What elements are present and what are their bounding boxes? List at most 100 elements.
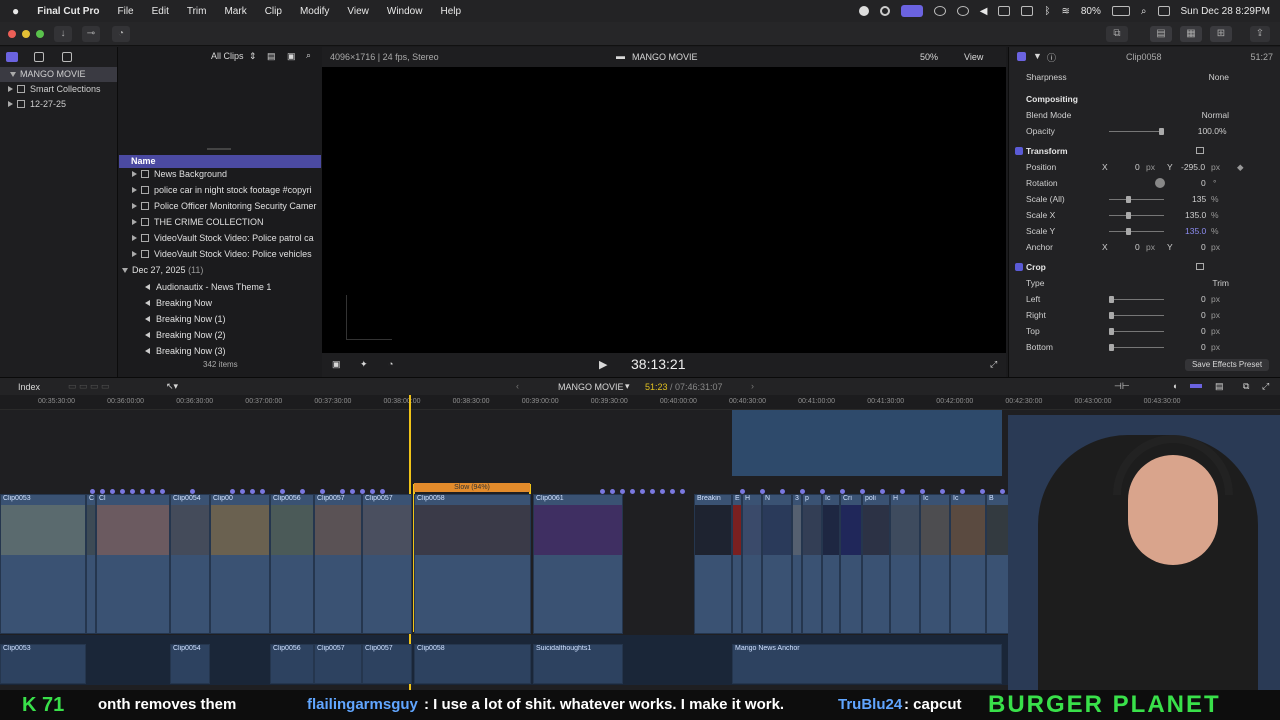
- timeline-clip[interactable]: poli: [862, 494, 890, 634]
- edit-tools-icon[interactable]: ▭ ▭ ▭ ▭: [68, 381, 110, 392]
- timeline-clip[interactable]: Clip0061: [533, 494, 623, 634]
- disclosure-icon[interactable]: [132, 219, 137, 225]
- timeline-ruler[interactable]: 00:35:30:00 00:36:00:00 00:36:30:00 00:37:0…: [0, 395, 1280, 410]
- disclosure-icon[interactable]: [122, 268, 128, 273]
- audio-row[interactable]: Audionautix - News Theme 1: [119, 279, 321, 295]
- audio-clip[interactable]: Clip0058: [414, 644, 531, 684]
- search-icon[interactable]: ⌕: [306, 50, 311, 61]
- clip-marker[interactable]: [960, 489, 965, 494]
- scale-x-slider[interactable]: [1109, 212, 1164, 219]
- blend-mode-dropdown[interactable]: Normal: [1202, 107, 1229, 123]
- timeline-clip[interactable]: Clip0056: [270, 494, 314, 634]
- titles-icon[interactable]: [62, 52, 72, 62]
- clip-marker[interactable]: [190, 489, 195, 494]
- disclosure-icon[interactable]: [8, 101, 13, 107]
- menu-window[interactable]: Window: [378, 6, 432, 17]
- control-center-icon[interactable]: [1157, 6, 1170, 16]
- browser-row[interactable]: VideoVault Stock Video: Police patrol ca: [119, 230, 321, 246]
- menu-help[interactable]: Help: [431, 6, 470, 17]
- disclosure-icon[interactable]: [132, 203, 137, 209]
- transform-tool-icon[interactable]: ▣: [332, 359, 341, 370]
- chevron-down-icon[interactable]: ▾: [625, 381, 630, 392]
- clip-marker[interactable]: [320, 489, 325, 494]
- background-tasks-button[interactable]: ◔: [112, 26, 130, 42]
- timeline-clip[interactable]: Clip0058: [414, 494, 531, 634]
- browser-row[interactable]: Police Officer Monitoring Security Camer: [119, 198, 321, 214]
- opacity-slider[interactable]: [1109, 128, 1164, 135]
- timeline-clip[interactable]: Ic: [822, 494, 840, 634]
- timeline-clip[interactable]: Breakin: [694, 494, 732, 634]
- clip-marker[interactable]: [620, 489, 625, 494]
- search-icon[interactable]: ⌕: [1141, 6, 1147, 17]
- share-button[interactable]: ⇪: [1250, 26, 1270, 42]
- crop-type-dropdown[interactable]: Trim: [1212, 275, 1229, 291]
- scale-y-slider[interactable]: [1109, 228, 1164, 235]
- clip-marker[interactable]: [670, 489, 675, 494]
- filmstrip-icon[interactable]: ▤: [267, 51, 276, 62]
- clip-marker[interactable]: [820, 489, 825, 494]
- resize-handle[interactable]: [207, 148, 231, 150]
- import-button[interactable]: ↓: [54, 26, 72, 42]
- zoom-dropdown[interactable]: 50%: [920, 52, 938, 62]
- back-history-icon[interactable]: ‹: [516, 381, 519, 391]
- clip-marker[interactable]: [360, 489, 365, 494]
- clip-marker[interactable]: [630, 489, 635, 494]
- zoom-window-button[interactable]: [36, 30, 44, 38]
- audio-clip[interactable]: Clip0057: [314, 644, 362, 684]
- clip-marker[interactable]: [800, 489, 805, 494]
- menu-trim[interactable]: Trim: [178, 6, 216, 17]
- clip-marker[interactable]: [370, 489, 375, 494]
- volume-icon[interactable]: ◀︎: [980, 6, 988, 17]
- rotation-value[interactable]: 0: [1201, 175, 1206, 191]
- wifi-icon[interactable]: ≋: [1061, 6, 1069, 17]
- menu-mark[interactable]: Mark: [215, 6, 255, 17]
- opacity-value[interactable]: 100.0: [1198, 123, 1219, 139]
- browser-toggle-button[interactable]: ▤: [1150, 26, 1172, 42]
- crop-left-value[interactable]: 0: [1201, 291, 1206, 307]
- battery-icon[interactable]: [1111, 6, 1130, 16]
- clip-marker[interactable]: [240, 489, 245, 494]
- screen-icon[interactable]: [998, 6, 1011, 16]
- sidebar-item-event[interactable]: 12-27-25: [0, 97, 117, 112]
- timeline-clip[interactable]: Clip0053: [0, 494, 86, 634]
- clip-marker[interactable]: [100, 489, 105, 494]
- clip-marker[interactable]: [230, 489, 235, 494]
- disclosure-icon[interactable]: [132, 171, 137, 177]
- clip-marker[interactable]: [90, 489, 95, 494]
- clip-marker[interactable]: [680, 489, 685, 494]
- audio-clip[interactable]: Suicidalthoughts1: [533, 644, 623, 684]
- project-name[interactable]: MANGO MOVIE: [558, 382, 624, 392]
- position-y-value[interactable]: -295.0: [1181, 159, 1205, 175]
- sharpness-dropdown[interactable]: None: [1209, 69, 1229, 85]
- timeline-clip[interactable]: Ic: [950, 494, 986, 634]
- browser-row[interactable]: News Background: [119, 166, 321, 182]
- timeline-clip[interactable]: 3: [792, 494, 802, 634]
- close-window-button[interactable]: [8, 30, 16, 38]
- apple-icon[interactable]: ●: [0, 4, 28, 18]
- view-dropdown[interactable]: View: [964, 52, 983, 62]
- scale-all-slider[interactable]: [1109, 196, 1164, 203]
- clip-marker[interactable]: [350, 489, 355, 494]
- audio-clip[interactable]: Clip0057: [362, 644, 412, 684]
- audio-row[interactable]: Breaking Now (1): [119, 311, 321, 327]
- disclosure-icon[interactable]: [132, 187, 137, 193]
- status-wheel-icon[interactable]: [879, 6, 890, 16]
- keyframe-icon[interactable]: ◆: [1237, 159, 1244, 175]
- datetime-text[interactable]: Sun Dec 28 8:29PM: [1181, 6, 1271, 17]
- audio-clip[interactable]: Mango News Anchor: [732, 644, 1002, 684]
- minimize-window-button[interactable]: [22, 30, 30, 38]
- expand-icon[interactable]: ⤢: [1262, 381, 1269, 392]
- scale-y-value[interactable]: 135.0: [1185, 223, 1206, 239]
- save-effects-preset-button[interactable]: Save Effects Preset: [1185, 359, 1269, 371]
- snapping-icon[interactable]: ▤: [1215, 381, 1224, 392]
- clip-marker[interactable]: [120, 489, 125, 494]
- timeline-clip[interactable]: Clip00: [210, 494, 270, 634]
- clip-marker[interactable]: [280, 489, 285, 494]
- anchor-y-value[interactable]: 0: [1201, 239, 1206, 255]
- timeline-clip[interactable]: Clip0057: [362, 494, 412, 634]
- position-x-value[interactable]: 0: [1135, 159, 1140, 175]
- clip-marker[interactable]: [920, 489, 925, 494]
- select-tool-icon[interactable]: ↖▾: [166, 381, 178, 392]
- scale-all-value[interactable]: 135: [1192, 191, 1206, 207]
- clip-marker[interactable]: [1000, 489, 1005, 494]
